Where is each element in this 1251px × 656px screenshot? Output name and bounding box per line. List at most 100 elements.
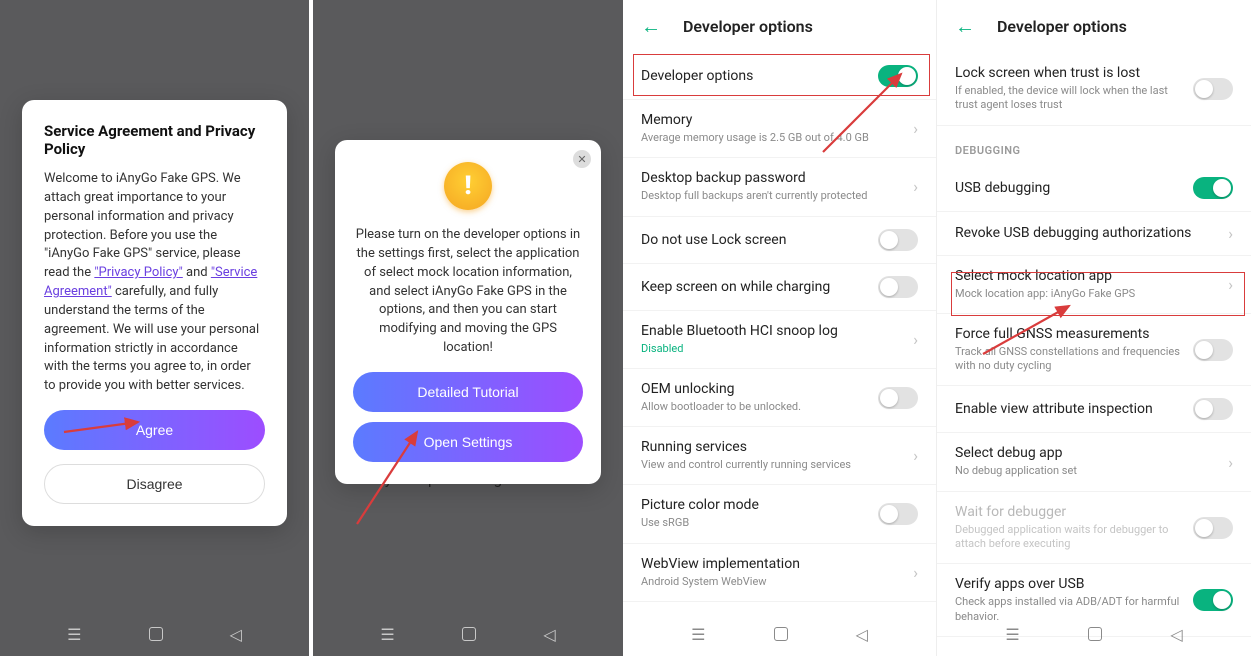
- row-title: Enable Bluetooth HCI snoop log: [641, 323, 905, 339]
- settings-row[interactable]: Running services View and control current…: [623, 427, 936, 485]
- back-arrow-icon[interactable]: ←: [641, 14, 661, 39]
- disagree-button[interactable]: Disagree: [44, 464, 265, 504]
- nav-back-icon[interactable]: [230, 625, 242, 644]
- row-subtitle: Mock location app: iAnyGo Fake GPS: [955, 287, 1220, 301]
- row-title: Memory: [641, 112, 905, 128]
- android-nav-bar: [623, 612, 936, 656]
- nav-recent-icon[interactable]: [380, 625, 394, 644]
- settings-row: Wait for debugger Debugged application wa…: [937, 492, 1251, 565]
- warning-icon: !: [444, 162, 492, 210]
- row-subtitle: View and control currently running servi…: [641, 458, 905, 472]
- header-title: Developer options: [997, 17, 1127, 36]
- settings-header: ← Developer options: [623, 0, 936, 53]
- nav-home-icon[interactable]: [149, 627, 163, 641]
- settings-row[interactable]: Enable Bluetooth HCI snoop log Disabled ›: [623, 311, 936, 369]
- row-subtitle: Disabled: [641, 342, 905, 356]
- nav-back-icon[interactable]: [543, 625, 555, 644]
- developer-options-toggle-row[interactable]: Developer options: [623, 53, 936, 100]
- chevron-right-icon: ›: [913, 563, 918, 582]
- toggle-switch[interactable]: [1193, 398, 1233, 420]
- row-title: Select mock location app: [955, 268, 1220, 284]
- settings-row[interactable]: Revoke USB debugging authorizations ›: [937, 212, 1251, 256]
- service-agreement-dialog: Service Agreement and Privacy Policy Wel…: [22, 100, 287, 526]
- row-title: OEM unlocking: [641, 381, 868, 397]
- settings-row[interactable]: USB debugging: [937, 165, 1251, 212]
- lock-screen-trust-row[interactable]: Lock screen when trust is lost If enable…: [937, 53, 1251, 126]
- row-subtitle: Android System WebView: [641, 575, 905, 589]
- developer-options-prompt: ✕ ! Please turn on the developer options…: [335, 140, 601, 484]
- row-title: Force full GNSS measurements: [955, 326, 1183, 342]
- developer-options-toggle[interactable]: [878, 65, 918, 87]
- toggle-switch[interactable]: [1193, 339, 1233, 361]
- nav-back-icon[interactable]: [856, 625, 868, 644]
- dialog-body: Welcome to iAnyGo Fake GPS. We attach gr…: [44, 170, 265, 396]
- chevron-right-icon: ›: [913, 446, 918, 465]
- nav-recent-icon[interactable]: [67, 625, 81, 644]
- settings-row[interactable]: Do not use Lock screen: [623, 217, 936, 264]
- row-title: Verify apps over USB: [955, 576, 1183, 592]
- header-title: Developer options: [683, 17, 813, 36]
- lock-screen-trust-toggle[interactable]: [1193, 78, 1233, 100]
- settings-row[interactable]: Desktop backup password Desktop full back…: [623, 158, 936, 216]
- chevron-right-icon: ›: [913, 330, 918, 349]
- settings-row[interactable]: WebView implementation Android System Web…: [623, 544, 936, 602]
- chevron-right-icon: ›: [1228, 224, 1233, 243]
- dialog-title: Service Agreement and Privacy Policy: [44, 122, 265, 158]
- row-subtitle: Average memory usage is 2.5 GB out of 4.…: [641, 131, 905, 145]
- privacy-policy-link[interactable]: "Privacy Policy": [94, 265, 182, 280]
- android-nav-bar: [937, 612, 1251, 656]
- chevron-right-icon: ›: [1228, 453, 1233, 472]
- row-title: Revoke USB debugging authorizations: [955, 225, 1220, 241]
- open-settings-button[interactable]: Open Settings: [353, 422, 583, 462]
- nav-recent-icon[interactable]: [1005, 625, 1019, 644]
- toggle-switch: [1193, 517, 1233, 539]
- nav-home-icon[interactable]: [462, 627, 476, 641]
- settings-row[interactable]: Enable view attribute inspection: [937, 386, 1251, 433]
- close-icon[interactable]: ✕: [573, 150, 591, 168]
- row-title: Keep screen on while charging: [641, 279, 868, 295]
- toggle-switch[interactable]: [1193, 177, 1233, 199]
- settings-header: ← Developer options: [937, 0, 1251, 53]
- row-title: USB debugging: [955, 180, 1183, 196]
- toggle-switch[interactable]: [878, 503, 918, 525]
- row-title: Select debug app: [955, 445, 1220, 461]
- android-nav-bar: [0, 612, 309, 656]
- row-subtitle: Use sRGB: [641, 516, 868, 530]
- nav-recent-icon[interactable]: [691, 625, 705, 644]
- row-subtitle: Desktop full backups aren't currently pr…: [641, 189, 905, 203]
- nav-home-icon[interactable]: [774, 627, 788, 641]
- row-title: Wait for debugger: [955, 504, 1183, 520]
- settings-row[interactable]: Memory Average memory usage is 2.5 GB out…: [623, 100, 936, 158]
- row-title: Desktop backup password: [641, 170, 905, 186]
- nav-back-icon[interactable]: [1170, 625, 1182, 644]
- nav-home-icon[interactable]: [1088, 627, 1102, 641]
- settings-row[interactable]: Picture color mode Use sRGB: [623, 485, 936, 543]
- chevron-right-icon: ›: [1228, 275, 1233, 294]
- toggle-switch[interactable]: [878, 229, 918, 251]
- toggle-switch[interactable]: [878, 276, 918, 298]
- agree-button[interactable]: Agree: [44, 410, 265, 450]
- row-title: WebView implementation: [641, 556, 905, 572]
- row-title: Enable view attribute inspection: [955, 401, 1183, 417]
- row-title: Picture color mode: [641, 497, 868, 513]
- android-nav-bar: [313, 612, 623, 656]
- detailed-tutorial-button[interactable]: Detailed Tutorial: [353, 372, 583, 412]
- settings-row[interactable]: Select debug app No debug application set…: [937, 433, 1251, 491]
- settings-row[interactable]: Keep screen on while charging: [623, 264, 936, 311]
- settings-row[interactable]: OEM unlocking Allow bootloader to be unlo…: [623, 369, 936, 427]
- toggle-switch[interactable]: [1193, 589, 1233, 611]
- section-debugging: DEBUGGING: [937, 126, 1251, 165]
- toggle-switch[interactable]: [878, 387, 918, 409]
- chevron-right-icon: ›: [913, 119, 918, 138]
- row-title: Running services: [641, 439, 905, 455]
- row-subtitle: No debug application set: [955, 464, 1220, 478]
- chevron-right-icon: ›: [913, 177, 918, 196]
- settings-row[interactable]: Force full GNSS measurements Track all GN…: [937, 314, 1251, 387]
- row-subtitle: Track all GNSS constellations and freque…: [955, 345, 1183, 374]
- prompt-body: Please turn on the developer options in …: [353, 226, 583, 358]
- settings-row[interactable]: Select mock location app Mock location ap…: [937, 256, 1251, 314]
- row-subtitle: Allow bootloader to be unlocked.: [641, 400, 868, 414]
- back-arrow-icon[interactable]: ←: [955, 14, 975, 39]
- row-title: Do not use Lock screen: [641, 232, 868, 248]
- row-subtitle: Debugged application waits for debugger …: [955, 523, 1183, 552]
